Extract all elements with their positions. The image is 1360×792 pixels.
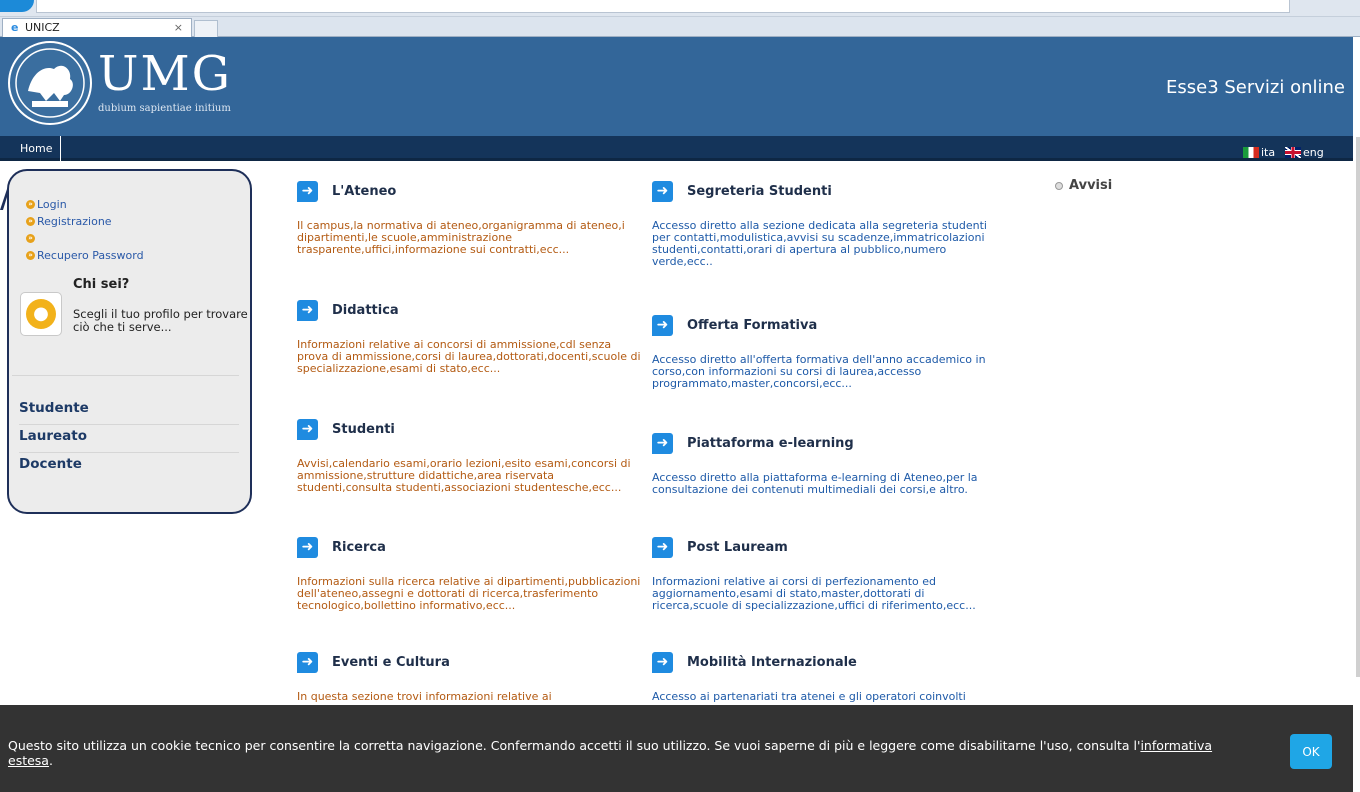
section-title[interactable]: Ricerca [332, 540, 386, 555]
nav-bar: Home ita eng [0, 136, 1353, 161]
section-eventi-cultura: ➜ Eventi e Cultura In questa sezione trov… [297, 652, 642, 703]
italy-flag-icon [1243, 147, 1259, 158]
arrow-right-icon[interactable]: ➜ [297, 300, 318, 321]
section-description[interactable]: Accesso diretto alla piattaforma e-learn… [652, 472, 997, 496]
login-label: Login [37, 198, 67, 211]
section-mobilita-internazionale: ➜ Mobilità Internazionale Accesso ai part… [652, 652, 997, 703]
lang-ita-link[interactable]: ita [1243, 146, 1275, 159]
empty-link[interactable]: » [26, 230, 144, 247]
uk-flag-icon [1285, 147, 1301, 158]
section-studenti: ➜ Studenti Avvisi,calendario esami,orario… [297, 419, 642, 494]
section-description[interactable]: Avvisi,calendario esami,orario lezioni,e… [297, 458, 642, 494]
login-panel: » Login » Registrazione » » Recupero Pas… [7, 169, 252, 514]
cookie-message: Questo sito utilizza un cookie tecnico p… [8, 738, 1238, 768]
section-title[interactable]: Piattaforma e-learning [687, 436, 854, 451]
browser-logo-icon [0, 0, 34, 12]
section-title[interactable]: Didattica [332, 303, 399, 318]
account-links: » Login » Registrazione » » Recupero Pas… [26, 196, 144, 264]
password-recovery-link[interactable]: » Recupero Password [26, 247, 144, 264]
close-tab-icon[interactable]: × [174, 21, 183, 34]
arrow-right-icon[interactable]: ➜ [652, 537, 673, 558]
section-description[interactable]: Accesso diretto all'offerta formativa de… [652, 354, 997, 390]
login-link[interactable]: » Login [26, 196, 144, 213]
section-description[interactable]: Il campus,la normativa di ateneo,organig… [297, 220, 642, 256]
ie-icon: e [11, 21, 19, 34]
user-profile-icon: ● [20, 292, 62, 336]
cookie-ok-button[interactable]: OK [1290, 734, 1332, 769]
university-seal-icon[interactable] [8, 41, 92, 125]
password-recovery-label: Recupero Password [37, 249, 144, 262]
lang-eng-label: eng [1303, 146, 1324, 159]
lang-ita-label: ita [1261, 146, 1276, 159]
section-description[interactable]: Accesso diretto alla sezione dedicata al… [652, 220, 997, 268]
section-title[interactable]: L'Ateneo [332, 184, 396, 199]
section-description[interactable]: Informazioni relative ai concorsi di amm… [297, 339, 642, 375]
bullet-icon [1055, 181, 1063, 190]
cookie-text: Questo sito utilizza un cookie tecnico p… [8, 738, 1141, 753]
bullet-icon: » [26, 200, 35, 209]
arrow-right-icon[interactable]: ➜ [297, 652, 318, 673]
registration-label: Registrazione [37, 215, 112, 228]
profile-studente[interactable]: Studente [19, 397, 239, 425]
chi-sei-description: Scegli il tuo profilo per trovare ciò ch… [73, 307, 248, 334]
bullet-icon: » [26, 234, 35, 243]
tab-title: UNICZ [24, 21, 60, 34]
scrollbar[interactable] [1353, 37, 1360, 792]
profile-docente[interactable]: Docente [19, 453, 239, 481]
tab-strip: e UNICZ × [0, 17, 1360, 37]
nav-home-link[interactable]: Home [0, 136, 62, 161]
bullet-icon: » [26, 251, 35, 260]
section-description[interactable]: Informazioni relative ai corsi di perfez… [652, 576, 997, 612]
section-offerta-formativa: ➜ Offerta Formativa Accesso diretto all'o… [652, 315, 997, 390]
section-title[interactable]: Offerta Formativa [687, 318, 817, 333]
logo-text[interactable]: UMG [98, 45, 232, 103]
new-tab-button[interactable] [194, 20, 218, 37]
cookie-banner: Questo sito utilizza un cookie tecnico p… [0, 705, 1353, 792]
scrollbar-thumb[interactable] [1356, 137, 1360, 677]
profile-list: Studente Laureato Docente [19, 397, 239, 481]
section-piattaforma-elearning: ➜ Piattaforma e-learning Accesso diretto … [652, 433, 997, 496]
section-description[interactable]: Informazioni sulla ricerca relative ai d… [297, 576, 642, 612]
section-ricerca: ➜ Ricerca Informazioni sulla ricerca rela… [297, 537, 642, 612]
site-header: UMG dubium sapientiae initium Esse3 Serv… [0, 37, 1353, 136]
address-bar[interactable] [36, 0, 1290, 13]
section-title[interactable]: Segreteria Studenti [687, 184, 832, 199]
page-title: Esse3 Servizi online [1165, 77, 1345, 98]
browser-toolbar [0, 0, 1360, 17]
bullet-icon: » [26, 217, 35, 226]
profile-laureato[interactable]: Laureato [19, 425, 239, 453]
registration-link[interactable]: » Registrazione [26, 213, 144, 230]
section-didattica: ➜ Didattica Informazioni relative ai conc… [297, 300, 642, 375]
arrow-right-icon[interactable]: ➜ [652, 181, 673, 202]
cookie-suffix: . [48, 753, 53, 768]
arrow-right-icon[interactable]: ➜ [297, 181, 318, 202]
section-segreteria-studenti: ➜ Segreteria Studenti Accesso diretto all… [652, 181, 997, 268]
arrow-right-icon[interactable]: ➜ [652, 315, 673, 336]
section-description[interactable]: In questa sezione trovi informazioni rel… [297, 691, 642, 703]
section-ateneo: ➜ L'Ateneo Il campus,la normativa di aten… [297, 181, 642, 256]
lang-eng-link[interactable]: eng [1285, 146, 1324, 159]
section-title[interactable]: Mobilità Internazionale [687, 655, 857, 670]
avvisi-heading[interactable]: Avvisi [1055, 178, 1112, 193]
arrow-right-icon[interactable]: ➜ [652, 652, 673, 673]
chi-sei-title: Chi sei? [73, 277, 130, 292]
section-post-lauream: ➜ Post Lauream Informazioni relative ai c… [652, 537, 997, 612]
arrow-right-icon[interactable]: ➜ [652, 433, 673, 454]
section-title[interactable]: Post Lauream [687, 540, 788, 555]
section-title[interactable]: Eventi e Cultura [332, 655, 450, 670]
section-description[interactable]: Accesso ai partenariati tra atenei e gli… [652, 691, 997, 703]
logo-motto: dubium sapientiae initium [98, 103, 231, 114]
avvisi-label: Avvisi [1069, 178, 1113, 193]
section-title[interactable]: Studenti [332, 422, 395, 437]
divider [12, 375, 239, 376]
browser-tab[interactable]: e UNICZ × [2, 18, 192, 37]
arrow-right-icon[interactable]: ➜ [297, 419, 318, 440]
arrow-right-icon[interactable]: ➜ [297, 537, 318, 558]
